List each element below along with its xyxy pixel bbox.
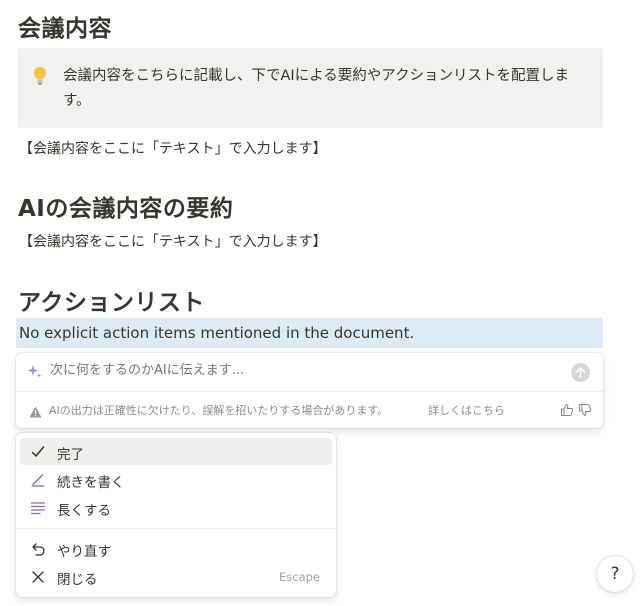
ai-prompt-panel: AIの出力は正確性に欠けたり、誤解を招いたりする場合があります。 詳しくはこちら [16, 353, 603, 428]
lines-icon [30, 500, 46, 516]
ai-output-text[interactable]: No explicit action items mentioned in th… [16, 318, 603, 348]
menu-item-done[interactable]: 完了 [20, 438, 332, 465]
menu-item-close[interactable]: 閉じる Escape [20, 563, 332, 590]
menu-item-retry[interactable]: やり直す [20, 535, 332, 562]
ai-disclaimer-text: AIの出力は正確性に欠けたり、誤解を招いたりする場合があります。 [49, 404, 389, 417]
menu-item-label: やり直す [57, 544, 111, 560]
send-button[interactable] [571, 363, 590, 382]
undo-icon [30, 541, 46, 557]
shortcut-hint: Escape [278, 570, 320, 584]
divider [16, 391, 603, 392]
check-icon [30, 444, 46, 460]
callout: 会議内容をこちらに記載し、下でAIによる要約やアクションリストを配置します。 [17, 48, 603, 128]
menu-item-label: 完了 [57, 447, 84, 463]
menu-item-continue-writing[interactable]: 続きを書く [20, 466, 332, 493]
menu-divider [16, 528, 336, 529]
thumbs-down-icon[interactable] [578, 402, 592, 417]
summary-content-placeholder[interactable]: 【会議内容をここに「テキスト」で入力します】 [19, 231, 327, 251]
ai-prompt-input[interactable] [50, 363, 550, 378]
learn-more-link[interactable]: 詳しくはこちら [428, 402, 505, 418]
pencil-icon [30, 472, 46, 488]
ai-action-menu: 完了 続きを書く 長くする やり直す 閉じる Escape [16, 433, 336, 597]
sparkle-icon [27, 364, 42, 379]
help-button[interactable]: ? [597, 556, 633, 592]
menu-item-make-longer[interactable]: 長くする [20, 494, 332, 521]
thumbs-up-icon[interactable] [560, 402, 574, 417]
meeting-content-placeholder[interactable]: 【会議内容をここに「テキスト」で入力します】 [19, 138, 327, 158]
menu-item-label: 閉じる [57, 572, 98, 588]
heading-summary: AIの会議内容の要約 [18, 196, 234, 222]
menu-item-label: 長くする [57, 503, 111, 519]
menu-item-label: 続きを書く [57, 475, 125, 491]
lightbulb-icon [33, 66, 47, 86]
arrow-up-icon [575, 367, 586, 378]
warning-icon [29, 403, 42, 418]
close-icon [30, 569, 46, 585]
callout-text: 会議内容をこちらに記載し、下でAIによる要約やアクションリストを配置します。 [63, 68, 570, 109]
heading-meeting: 会議内容 [18, 16, 112, 42]
heading-action-list: アクションリスト [18, 290, 205, 316]
